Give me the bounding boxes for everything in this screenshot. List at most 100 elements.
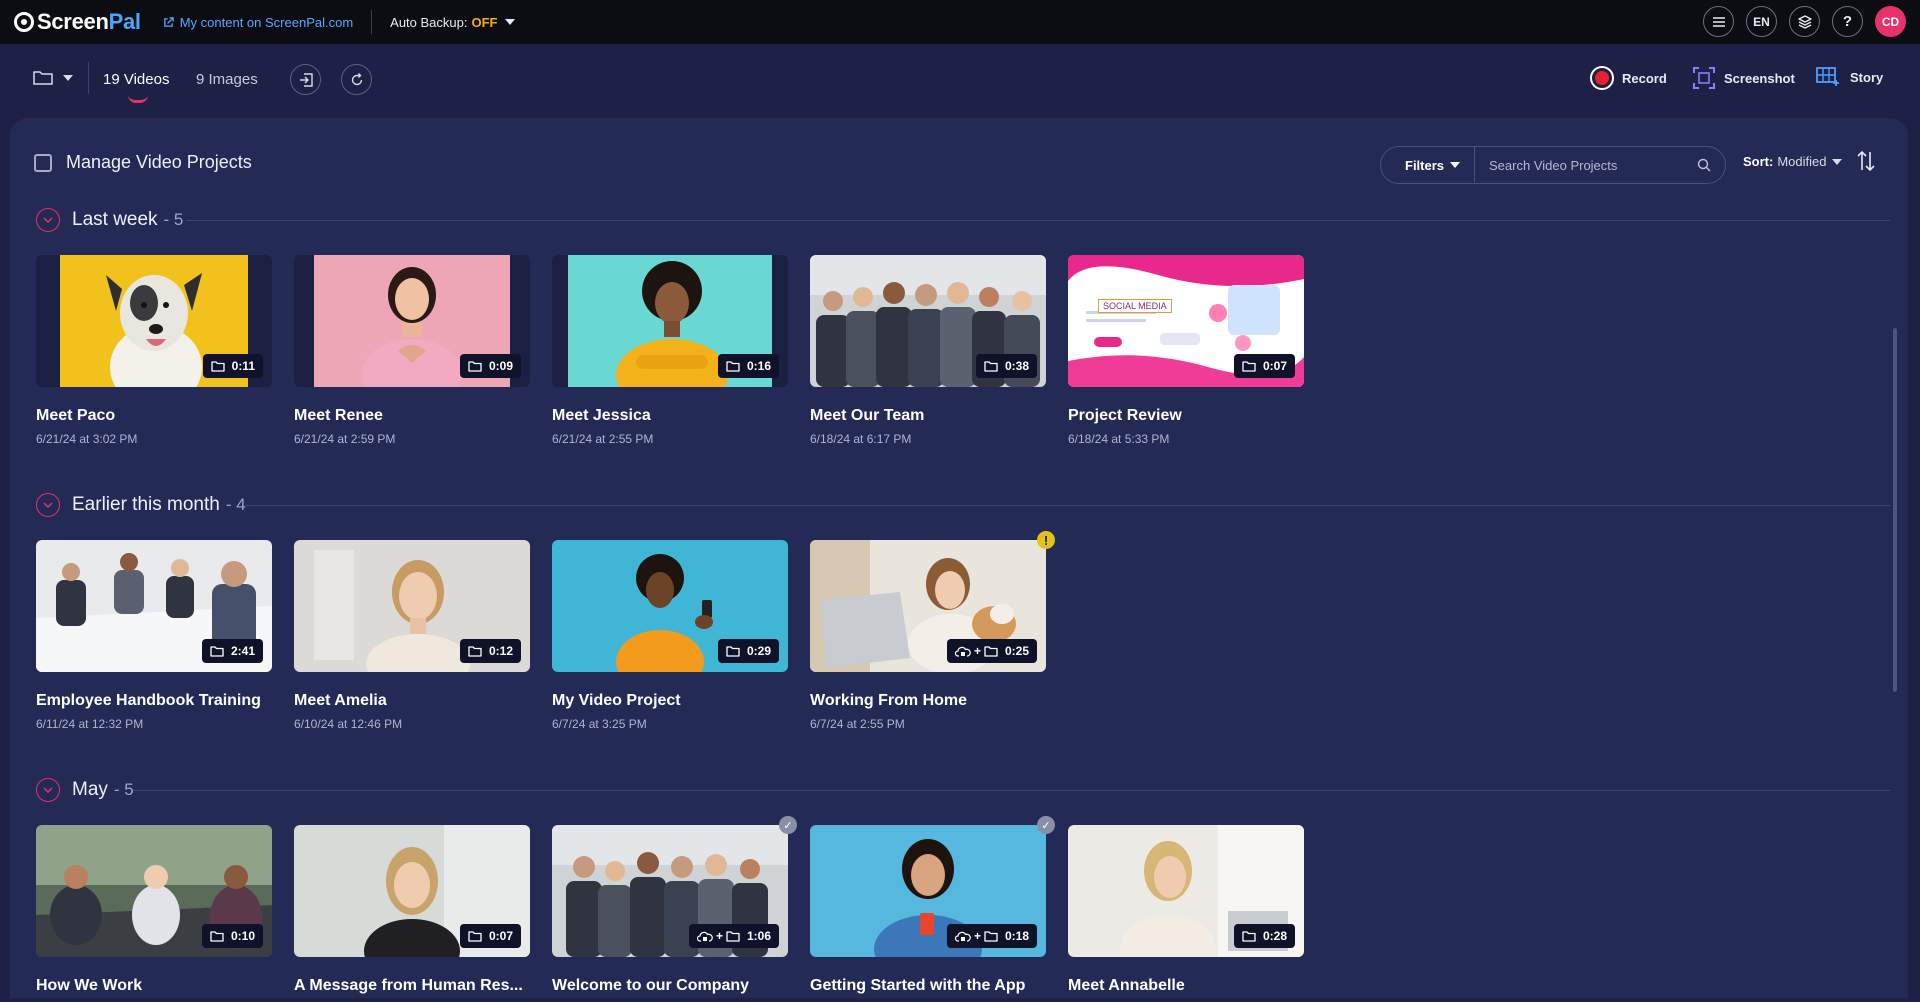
video-thumbnail[interactable]: 0:29	[552, 540, 788, 672]
filters-dropdown[interactable]: Filters	[1381, 146, 1476, 184]
story-button[interactable]: Story	[1816, 66, 1883, 88]
video-card[interactable]: ! + 0:25 Working From Home 6/7/24 at 2:5…	[810, 531, 1055, 731]
video-thumbnail[interactable]: 0:12	[294, 540, 530, 672]
video-card[interactable]: 2:41 Employee Handbook Training 6/11/24 …	[36, 540, 272, 731]
video-thumbnail[interactable]: 0:07	[294, 825, 530, 957]
collapse-chevron-icon[interactable]	[36, 208, 60, 232]
video-thumbnail[interactable]: 0:10	[36, 825, 272, 957]
video-thumbnail[interactable]: 0:16	[552, 255, 788, 387]
video-title[interactable]: Meet Annabelle	[1068, 977, 1304, 995]
video-date: 6/21/24 at 2:55 PM	[552, 432, 654, 446]
my-content-link[interactable]: My content on ScreenPal.com	[163, 15, 353, 30]
section-title: May	[72, 779, 108, 800]
hamburger-menu-icon	[1712, 16, 1725, 27]
layers-icon	[1797, 14, 1812, 29]
top-bar: ScreenPal My content on ScreenPal.com Au…	[0, 0, 1920, 44]
search-input[interactable]	[1475, 157, 1697, 173]
video-thumbnail[interactable]: 0:28	[1068, 825, 1304, 957]
manage-video-projects[interactable]: Manage Video Projects	[34, 152, 252, 173]
manage-checkbox[interactable]	[34, 153, 52, 172]
cloud-lock-icon	[954, 646, 971, 657]
video-card[interactable]: 0:28 Meet Annabelle	[1068, 825, 1304, 995]
video-title[interactable]: Getting Started with the App	[810, 977, 1046, 995]
video-date: 6/7/24 at 2:55 PM	[810, 717, 905, 731]
video-title[interactable]: Meet Amelia	[294, 692, 530, 710]
duration-text: 0:25	[1004, 644, 1029, 658]
duration-text: 0:18	[1004, 929, 1029, 943]
video-thumbnail[interactable]: 0:09	[294, 255, 530, 387]
story-label: Story	[1850, 69, 1884, 85]
video-title[interactable]: Meet Jessica	[552, 407, 788, 425]
import-icon	[299, 72, 313, 87]
video-thumbnail[interactable]: + 0:18	[810, 825, 1046, 957]
check-icon[interactable]: ✓	[1037, 816, 1055, 834]
import-button[interactable]	[290, 64, 321, 95]
vertical-scrollbar[interactable]	[1893, 328, 1897, 692]
video-date: 6/7/24 at 3:25 PM	[552, 717, 647, 731]
video-thumbnail[interactable]: 0:38	[810, 255, 1046, 387]
video-card[interactable]: ✓ + 1:06 Welcome to our Company	[552, 816, 797, 995]
video-thumbnail[interactable]: 0:11	[36, 255, 272, 387]
tab-images[interactable]: 9 Images	[196, 71, 258, 88]
warning-icon[interactable]: !	[1037, 531, 1055, 549]
menu-button[interactable]	[1703, 6, 1734, 37]
video-thumbnail[interactable]: + 1:06	[552, 825, 788, 957]
folder-icon	[984, 645, 998, 657]
video-card[interactable]: 0:38 Meet Our Team 6/18/24 at 6:17 PM	[810, 255, 1046, 446]
social-media-label: SOCIAL MEDIA	[1098, 299, 1172, 313]
caret-down-icon	[1450, 162, 1461, 168]
sort-direction-button[interactable]	[1856, 150, 1876, 177]
video-card[interactable]: 0:07 A Message from Human Res...	[294, 825, 530, 995]
record-label: Record	[1622, 70, 1667, 86]
video-card[interactable]: ✓ + 0:18 Getting Started with the App	[810, 816, 1055, 995]
video-card[interactable]: 0:11 Meet Paco 6/21/24 at 3:02 PM	[36, 255, 272, 446]
user-avatar[interactable]: CD	[1875, 6, 1906, 37]
auto-backup-label: Auto Backup:	[390, 14, 468, 30]
check-icon[interactable]: ✓	[779, 816, 797, 834]
sort-dropdown[interactable]: Sort: Modified	[1743, 154, 1843, 169]
search-icon[interactable]	[1697, 158, 1711, 172]
section-divider	[186, 220, 1890, 221]
video-card[interactable]: 0:29 My Video Project 6/7/24 at 3:25 PM	[552, 540, 788, 731]
help-button[interactable]: ?	[1832, 6, 1863, 37]
video-title[interactable]: Employee Handbook Training	[36, 692, 272, 710]
video-thumbnail[interactable]: 2:41	[36, 540, 272, 672]
section-count: - 4	[225, 495, 246, 514]
section-header-earlier-this-month[interactable]: Earlier this month - 4	[36, 493, 246, 517]
video-title[interactable]: Meet Paco	[36, 407, 272, 425]
help-icon: ?	[1842, 13, 1853, 30]
language-button[interactable]: EN	[1746, 6, 1777, 37]
video-thumbnail[interactable]: SOCIAL MEDIA 0:07	[1068, 255, 1304, 387]
video-card[interactable]: 0:09 Meet Renee 6/21/24 at 2:59 PM	[294, 255, 530, 446]
video-card[interactable]: 0:12 Meet Amelia 6/10/24 at 12:46 PM	[294, 540, 530, 731]
tab-videos[interactable]: 19 Videos	[103, 71, 169, 88]
video-card[interactable]: SOCIAL MEDIA 0:07 Project Review 6/18/24…	[1068, 255, 1304, 446]
screenshot-label: Screenshot	[1724, 70, 1795, 86]
section-header-last-week[interactable]: Last week - 5	[36, 208, 183, 232]
video-title[interactable]: Welcome to our Company	[552, 977, 788, 995]
video-title[interactable]: Meet Our Team	[810, 407, 1046, 425]
screenpal-logo[interactable]: ScreenPal	[14, 9, 141, 35]
screenshot-button[interactable]: Screenshot	[1692, 66, 1795, 90]
video-title[interactable]: My Video Project	[552, 692, 788, 710]
layers-button[interactable]	[1789, 6, 1820, 37]
video-title[interactable]: How We Work	[36, 977, 272, 995]
video-thumbnail[interactable]: + 0:25	[810, 540, 1046, 672]
video-title[interactable]: Working From Home	[810, 692, 1046, 710]
video-date: 6/10/24 at 12:46 PM	[294, 717, 403, 731]
my-content-prefix: My content on	[179, 14, 265, 30]
video-title[interactable]: A Message from Human Res...	[294, 977, 530, 995]
video-title[interactable]: Meet Renee	[294, 407, 530, 425]
caret-down-icon	[505, 19, 516, 25]
collapse-chevron-icon[interactable]	[36, 493, 60, 517]
video-card[interactable]: 0:10 How We Work	[36, 825, 272, 995]
record-button[interactable]: Record	[1590, 66, 1667, 90]
auto-backup-dropdown[interactable]: Auto Backup: OFF	[390, 14, 516, 30]
collapse-chevron-icon[interactable]	[36, 778, 60, 802]
video-title[interactable]: Project Review	[1068, 407, 1304, 425]
video-card[interactable]: 0:16 Meet Jessica 6/21/24 at 2:55 PM	[552, 255, 788, 446]
refresh-button[interactable]	[341, 64, 372, 95]
folder-dropdown[interactable]	[33, 70, 73, 86]
video-projects-panel: Manage Video Projects Filters Sort: Modi…	[10, 118, 1908, 998]
section-header-may[interactable]: May - 5	[36, 778, 134, 802]
